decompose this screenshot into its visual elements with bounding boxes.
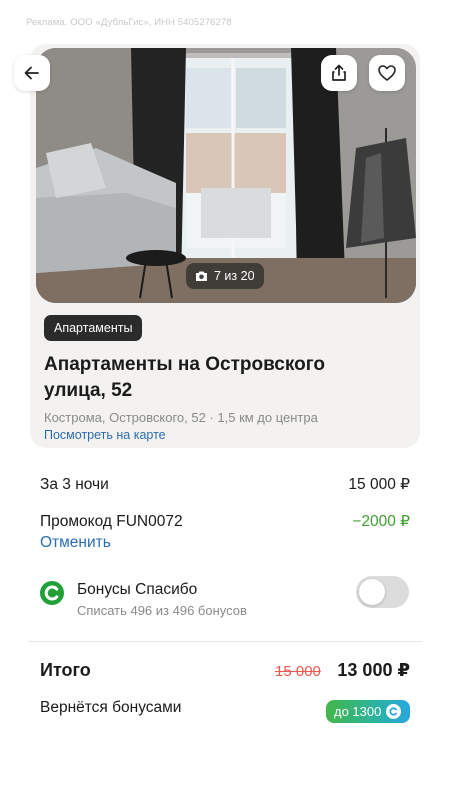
return-bonus-badge: до 1300 (326, 700, 410, 723)
old-price: 15 000 (275, 663, 321, 680)
total-price: 13 000 ₽ (337, 660, 410, 680)
promo-discount: −2000 ₽ (352, 513, 410, 530)
share-icon (332, 64, 346, 81)
divider (28, 641, 422, 642)
nights-value: 15 000 ₽ (348, 476, 410, 493)
cancel-promo-link[interactable]: Отменить (40, 534, 111, 552)
arrow-left-icon (24, 66, 39, 80)
return-bonus-label: Вернётся бонусами (40, 699, 182, 716)
bonus-subtitle: Списать 496 из 496 бонусов (77, 603, 247, 618)
sber-small-icon (386, 704, 402, 719)
share-button[interactable] (321, 55, 357, 91)
back-button[interactable] (14, 55, 50, 91)
favorite-button[interactable] (369, 55, 405, 91)
return-bonus-amount: до 1300 (334, 704, 382, 719)
promo-label: Промокод FUN0072 (40, 512, 183, 530)
ad-disclaimer: Реклама. ООО «ДубльГис», ИНН 5405276278 (26, 17, 232, 28)
property-type-tag: Апартаменты (44, 315, 143, 341)
camera-icon (196, 271, 207, 281)
view-on-map-link[interactable]: Посмотреть на карте (44, 428, 166, 442)
promo-row: Промокод FUN0072 −2000 ₽ (40, 512, 410, 531)
heart-icon (378, 65, 396, 81)
listing-title: Апартаменты на Островского улица, 52 (44, 354, 325, 401)
bonus-toggle[interactable] (356, 576, 409, 608)
toggle-knob (359, 579, 385, 605)
photo-counter-text: 7 из 20 (214, 269, 255, 283)
nights-price-row: За 3 ночи 15 000 ₽ (40, 475, 410, 494)
bonus-title: Бонусы Спасибо (77, 581, 198, 598)
photo-counter: 7 из 20 (186, 263, 264, 289)
sber-spasibo-icon (40, 581, 64, 605)
listing-address: Кострома, Островского, 52 · 1,5 км до це… (44, 410, 318, 425)
total-label: Итого (40, 660, 91, 680)
nights-label: За 3 ночи (40, 475, 109, 493)
